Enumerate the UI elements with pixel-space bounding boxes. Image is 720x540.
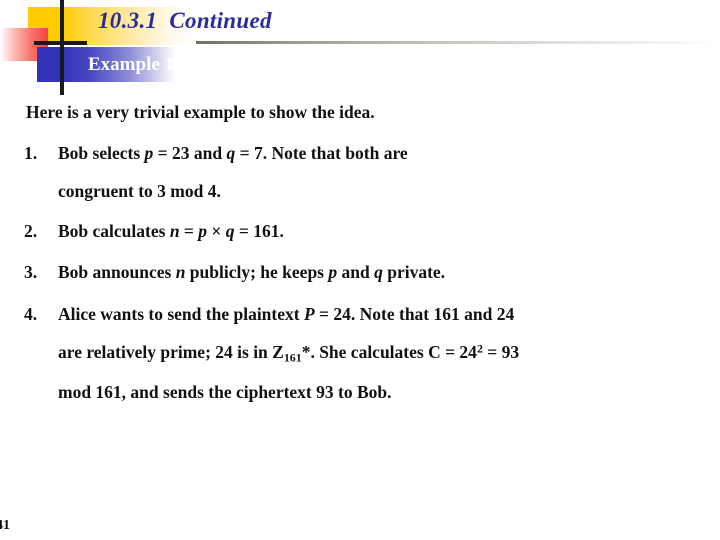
list-item-2-var-q: q	[225, 220, 235, 241]
list-item-4-line2-a: are relatively prime; 24 is in Z	[58, 342, 284, 362]
list-item-3-text-d: private.	[382, 262, 446, 282]
list-item-3: 3. Bob announces n publicly; he keeps p a…	[24, 262, 720, 282]
list-item-2-var-n: n	[169, 220, 180, 241]
list-item-1-text-a: Bob selects	[58, 142, 145, 163]
list-item-1-text-c: = 7. Note that both are	[235, 142, 408, 163]
list-item-4-continuation-1: are relatively prime; 24 is in Z161*. Sh…	[58, 342, 720, 365]
red-gradient-square-accent	[0, 28, 48, 61]
list-item-2-var-p: p	[198, 220, 208, 241]
slide-body: Here is a very trivial example to show t…	[0, 102, 720, 423]
list-item-2-text-d: = 161.	[234, 220, 284, 241]
list-item-4-subscript-161: 161	[283, 350, 302, 365]
list-item-1: 1. Bob selects p = 23 and q = 7. Note tha…	[24, 142, 720, 163]
list-item-4-var-P: P	[303, 303, 315, 324]
intro-paragraph: Here is a very trivial example to show t…	[26, 102, 375, 122]
list-item-4-number: 4.	[24, 303, 38, 324]
list-item-3-text-c: and	[337, 262, 375, 282]
slide-title: 10.3.1 Continued	[98, 8, 272, 33]
blue-square-accent	[37, 47, 63, 82]
horizontal-crossbar-line	[34, 41, 87, 45]
list-item-4-text-a: Alice wants to send the plaintext	[58, 303, 304, 324]
list-item-3-var-q: q	[374, 262, 383, 282]
list-item-4-text-b: = 24. Note that 161 and 24	[314, 303, 515, 324]
list-item-4-continuation-2: mod 161, and sends the ciphertext 93 to …	[58, 381, 392, 402]
list-item-3-text-a: Bob announces	[58, 262, 176, 282]
list-item-1-continuation: congruent to 3 mod 4.	[58, 181, 221, 201]
list-item-2-text-a: Bob calculates	[58, 220, 170, 241]
list-item-3-number: 3.	[24, 262, 38, 282]
list-item-2-text-c: ×	[207, 220, 226, 241]
list-item-1-text-b: = 23 and	[153, 142, 227, 163]
title-underline-rule	[196, 41, 720, 44]
example-banner-label: Example 10. 9	[88, 54, 203, 75]
list-item-3-text-b: publicly; he keeps	[185, 262, 329, 282]
list-item-1-var-p: p	[144, 142, 154, 163]
page-number: 41	[0, 518, 10, 533]
list-item-2: 2. Bob calculates n = p × q = 161.	[24, 220, 720, 241]
list-item-4-line2-b: *. She calculates C = 24	[301, 342, 477, 362]
list-item-4: 4. Alice wants to send the plaintext P = …	[24, 303, 720, 324]
list-item-2-number: 2.	[24, 220, 38, 241]
yellow-square-accent	[28, 7, 61, 45]
list-item-3-var-p: p	[328, 262, 338, 282]
list-item-3-var-n: n	[175, 262, 186, 282]
list-item-1-var-q: q	[226, 142, 236, 163]
list-item-1-number: 1.	[24, 142, 38, 163]
list-item-4-line2-c: = 93	[482, 342, 520, 362]
list-item-2-text-b: =	[179, 220, 199, 241]
